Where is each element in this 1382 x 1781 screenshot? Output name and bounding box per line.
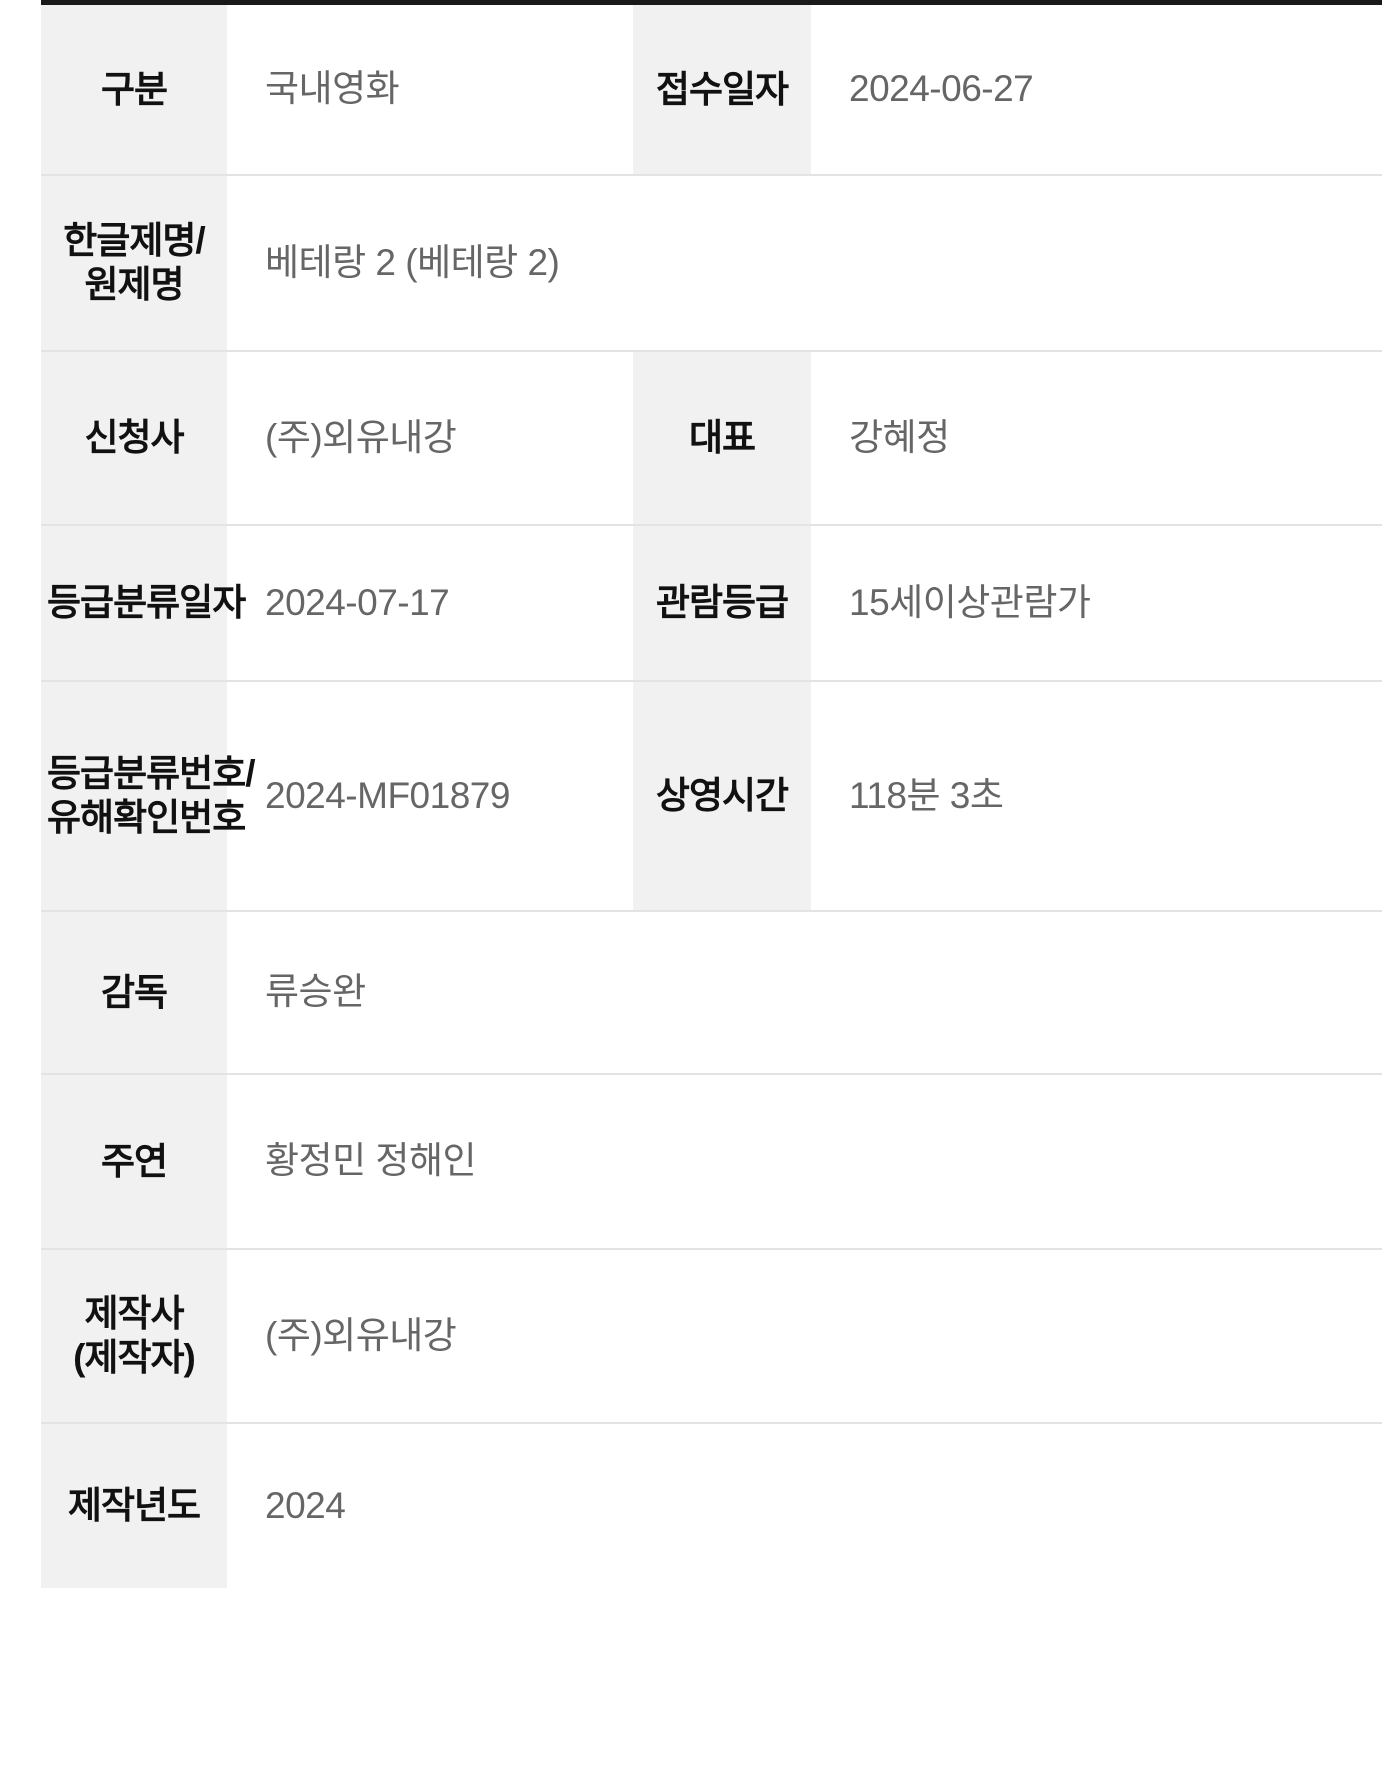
film-rating-info-table-wrapper: 구분 국내영화 접수일자 2024-06-27 한글제명/원제명 베테랑 2 (…	[41, 0, 1382, 1588]
row-label-representative: 대표	[633, 351, 811, 525]
row-value-applicant: (주)외유내강	[227, 351, 633, 525]
table-row-category: 구분 국내영화 접수일자 2024-06-27	[41, 5, 1382, 175]
row-label-cast: 주연	[41, 1074, 227, 1249]
row-value-cast: 황정민 정해인	[227, 1074, 1382, 1249]
row-value-classification-date: 2024-07-17	[227, 525, 633, 681]
row-label-category: 구분	[41, 5, 227, 175]
row-label-running-time: 상영시간	[633, 681, 811, 911]
row-label-director: 감독	[41, 911, 227, 1074]
table-row-cast: 주연 황정민 정해인	[41, 1074, 1382, 1249]
row-value-category: 국내영화	[227, 5, 633, 175]
film-rating-info-table: 구분 국내영화 접수일자 2024-06-27 한글제명/원제명 베테랑 2 (…	[41, 5, 1382, 1588]
table-row-title: 한글제명/원제명 베테랑 2 (베테랑 2)	[41, 175, 1382, 351]
row-value-production-year: 2024	[227, 1423, 1382, 1588]
table-row-classification-number: 등급분류번호/유해확인번호 2024-MF01879 상영시간 118분 3초	[41, 681, 1382, 911]
row-label-rating: 관람등급	[633, 525, 811, 681]
row-value-classification-number: 2024-MF01879	[227, 681, 633, 911]
row-value-title: 베테랑 2 (베테랑 2)	[227, 175, 1382, 351]
row-value-rating: 15세이상관람가	[811, 525, 1382, 681]
row-label-receipt-date: 접수일자	[633, 5, 811, 175]
row-label-production-company: 제작사(제작자)	[41, 1249, 227, 1423]
table-row-production-company: 제작사(제작자) (주)외유내강	[41, 1249, 1382, 1423]
table-row-production-year: 제작년도 2024	[41, 1423, 1382, 1588]
table-row-director: 감독 류승완	[41, 911, 1382, 1074]
row-value-receipt-date: 2024-06-27	[811, 5, 1382, 175]
row-label-classification-number: 등급분류번호/유해확인번호	[41, 681, 256, 911]
row-label-classification-date: 등급분류일자	[41, 525, 246, 681]
table-row-applicant: 신청사 (주)외유내강 대표 강혜정	[41, 351, 1382, 525]
row-value-production-company: (주)외유내강	[227, 1249, 1382, 1423]
row-label-production-year: 제작년도	[41, 1423, 227, 1588]
row-value-director: 류승완	[227, 911, 1382, 1074]
row-value-running-time: 118분 3초	[811, 681, 1382, 911]
row-value-representative: 강혜정	[811, 351, 1382, 525]
row-label-applicant: 신청사	[41, 351, 227, 525]
row-label-title: 한글제명/원제명	[41, 175, 227, 351]
page-root: 구분 국내영화 접수일자 2024-06-27 한글제명/원제명 베테랑 2 (…	[0, 0, 1382, 1781]
table-row-classification-date: 등급분류일자 2024-07-17 관람등급 15세이상관람가	[41, 525, 1382, 681]
